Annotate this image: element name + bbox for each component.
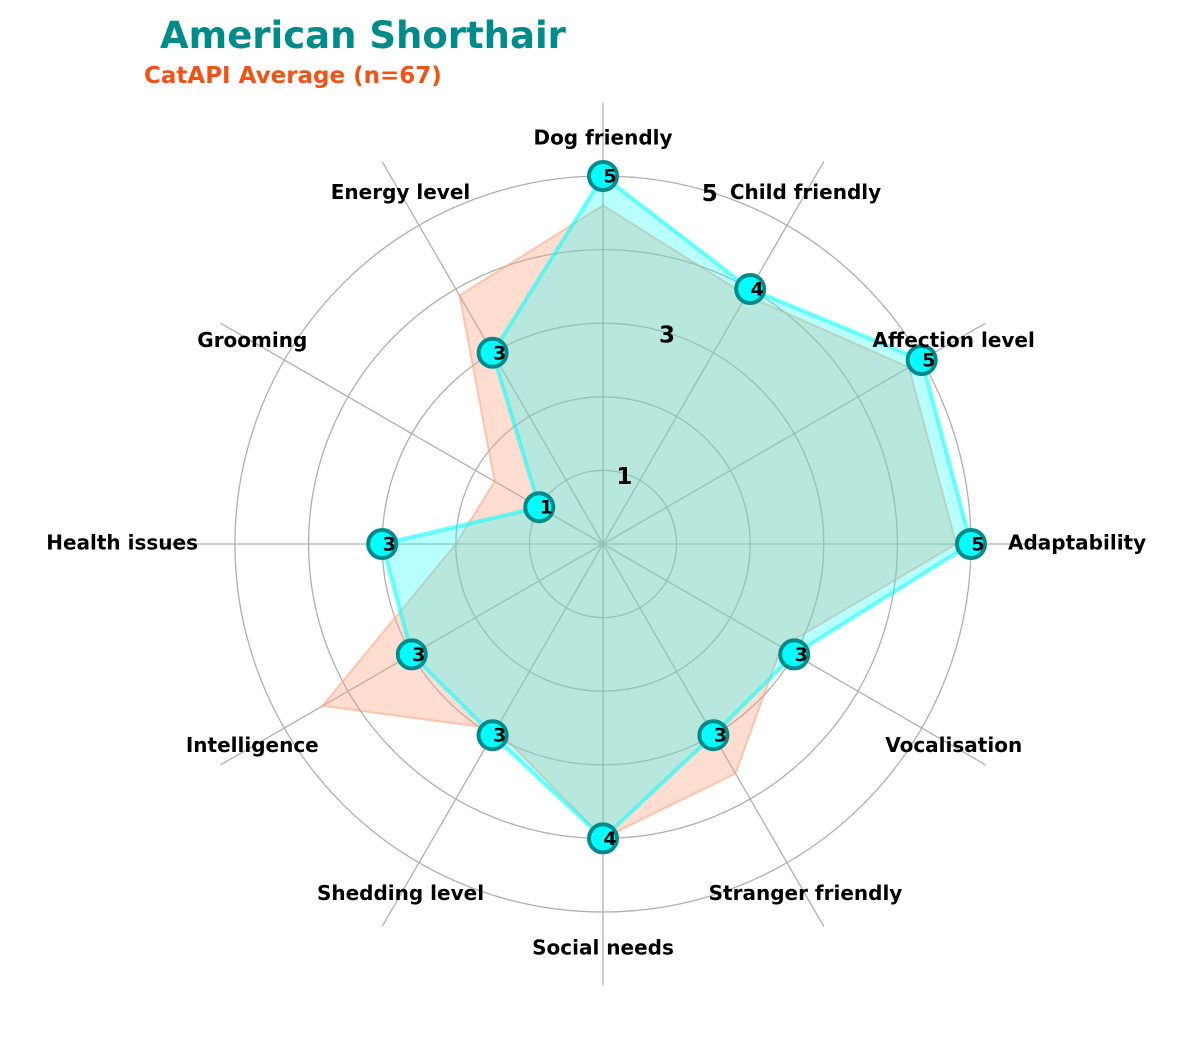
data-label: 3 — [714, 725, 727, 747]
category-label: Vocalisation — [885, 733, 1022, 757]
data-label: 3 — [795, 644, 808, 666]
category-label: Intelligence — [186, 733, 319, 757]
data-label: 1 — [540, 497, 553, 519]
data-label: 3 — [493, 725, 506, 747]
data-label: 4 — [751, 279, 764, 301]
data-label: 3 — [493, 342, 506, 364]
category-label: Stranger friendly — [709, 881, 903, 905]
chart: American Shorthair CatAPI Average (n=67)… — [0, 0, 1200, 1050]
data-label: 5 — [922, 350, 935, 372]
category-label: Affection level — [873, 328, 1035, 352]
area-layer — [321, 174, 973, 841]
category-label: Shedding level — [317, 881, 484, 905]
radial-tick-label: 5 — [702, 181, 718, 207]
radial-tick-label: 3 — [659, 323, 675, 349]
category-label: Health issues — [46, 531, 198, 555]
data-label: 5 — [603, 166, 616, 188]
category-label: Energy level — [331, 180, 471, 204]
category-label: Social needs — [532, 936, 674, 960]
data-label: 4 — [603, 828, 616, 850]
series-area-breed — [380, 174, 973, 841]
category-label: Dog friendly — [533, 126, 672, 150]
category-label: Adaptability — [1008, 531, 1146, 555]
category-label: Grooming — [197, 328, 307, 352]
radar-plot: 1 3 5 5 5 4 5 3 1 3 3 3 4 3 3 Adaptability Affection l… — [46, 102, 1146, 986]
radial-tick-label: 1 — [616, 464, 632, 490]
data-label: 3 — [412, 644, 425, 666]
category-label: Child friendly — [730, 180, 881, 204]
data-label: 3 — [383, 534, 396, 556]
data-label: 5 — [971, 534, 984, 556]
